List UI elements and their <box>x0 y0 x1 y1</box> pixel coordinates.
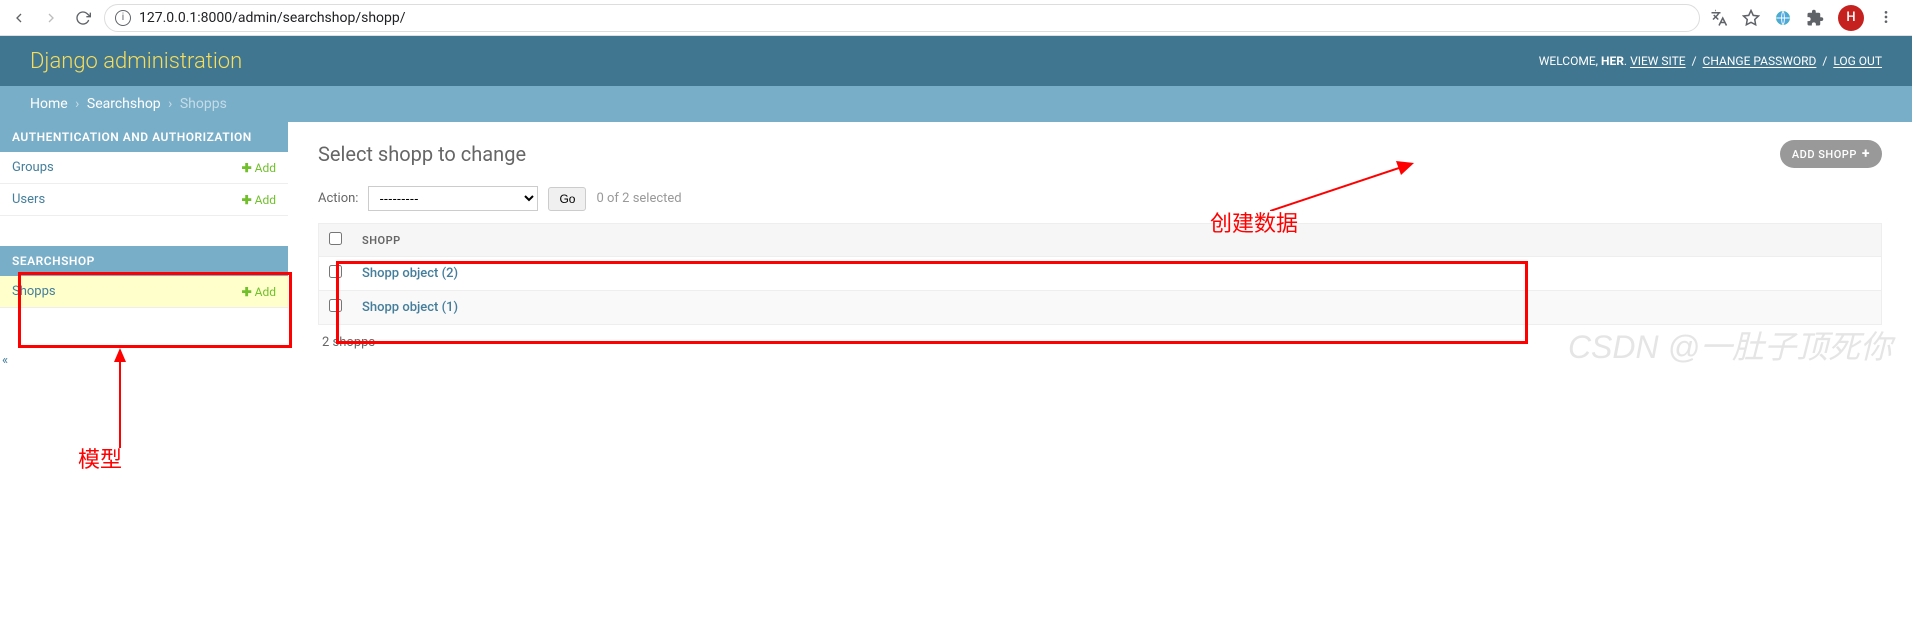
breadcrumb: Home › Searchshop › Shopps <box>0 86 1912 122</box>
sidebar-item-label[interactable]: Users <box>12 192 45 207</box>
actions-bar: Action: --------- Go 0 of 2 selected <box>318 186 1882 211</box>
add-shopp-button[interactable]: ADD SHOPP + <box>1780 140 1882 168</box>
annotation-label-model: 模型 <box>78 442 122 474</box>
row-checkbox[interactable] <box>329 265 342 278</box>
site-header: Django administration WELCOME, HER. VIEW… <box>0 36 1912 86</box>
breadcrumb-home[interactable]: Home <box>30 96 68 112</box>
branding-title[interactable]: Django administration <box>30 49 242 74</box>
table-row: Shopp object (2) <box>319 257 1882 291</box>
star-icon[interactable] <box>1742 9 1760 27</box>
sidebar-item-groups[interactable]: Groups ✚Add <box>0 152 288 184</box>
page-title: Select shopp to change <box>318 142 526 166</box>
user-tools: WELCOME, HER. VIEW SITE / CHANGE PASSWOR… <box>1539 54 1882 68</box>
sidebar-item-users[interactable]: Users ✚Add <box>0 184 288 216</box>
plus-icon: ✚ <box>242 285 252 299</box>
url-text: 127.0.0.1:8000/admin/searchshop/shopp/ <box>139 10 406 26</box>
add-link-shopps[interactable]: ✚Add <box>242 285 276 299</box>
go-button[interactable]: Go <box>548 187 586 211</box>
profile-avatar[interactable]: H <box>1838 5 1864 31</box>
column-header-shopp[interactable]: SHOPP <box>352 224 1882 257</box>
action-label: Action: <box>318 191 358 206</box>
sidebar-module-searchshop: SEARCHSHOP Shopps ✚Add <box>0 246 288 308</box>
page-header: Select shopp to change ADD SHOPP + <box>318 140 1882 168</box>
paginator: 2 shopps <box>318 325 1882 360</box>
back-button[interactable] <box>8 7 30 29</box>
browser-toolbar: i 127.0.0.1:8000/admin/searchshop/shopp/… <box>0 0 1912 36</box>
action-select[interactable]: --------- <box>368 186 538 211</box>
row-checkbox[interactable] <box>329 299 342 312</box>
object-link[interactable]: Shopp object (2) <box>362 266 458 281</box>
content-container: AUTHENTICATION AND AUTHORIZATION Groups … <box>0 122 1912 378</box>
breadcrumb-app[interactable]: Searchshop <box>87 96 161 112</box>
reload-button[interactable] <box>72 7 94 29</box>
plus-icon: ✚ <box>242 193 252 207</box>
translate-icon[interactable] <box>1710 9 1728 27</box>
address-bar[interactable]: i 127.0.0.1:8000/admin/searchshop/shopp/ <box>104 4 1700 32</box>
add-link-groups[interactable]: ✚Add <box>242 161 276 175</box>
selection-count: 0 of 2 selected <box>596 191 681 206</box>
sidebar-item-shopps[interactable]: Shopps ✚Add <box>0 276 288 308</box>
username: HER <box>1601 54 1624 68</box>
module-caption-searchshop: SEARCHSHOP <box>0 246 288 276</box>
sidebar-item-label[interactable]: Shopps <box>12 284 56 299</box>
extensions-icon[interactable] <box>1806 9 1824 27</box>
object-link[interactable]: Shopp object (1) <box>362 300 458 315</box>
plus-icon: + <box>1862 146 1870 162</box>
menu-icon[interactable] <box>1878 9 1896 27</box>
main-content: Select shopp to change ADD SHOPP + Actio… <box>288 122 1912 378</box>
browser-right-icons: H <box>1710 5 1904 31</box>
select-all-header <box>319 224 353 257</box>
plus-icon: ✚ <box>242 161 252 175</box>
change-password-link[interactable]: CHANGE PASSWORD <box>1703 54 1817 68</box>
breadcrumb-current: Shopps <box>180 96 227 112</box>
table-row: Shopp object (1) <box>319 291 1882 325</box>
module-caption-auth: AUTHENTICATION AND AUTHORIZATION <box>0 122 288 152</box>
site-info-icon[interactable]: i <box>115 10 131 26</box>
logout-link[interactable]: LOG OUT <box>1833 54 1882 68</box>
welcome-text: WELCOME, <box>1539 54 1598 68</box>
results-table: SHOPP Shopp object (2) Shopp object (1) <box>318 223 1882 325</box>
view-site-link[interactable]: VIEW SITE <box>1630 54 1686 68</box>
add-link-users[interactable]: ✚Add <box>242 193 276 207</box>
sidebar-item-label[interactable]: Groups <box>12 160 54 175</box>
forward-button[interactable] <box>40 7 62 29</box>
sidebar: AUTHENTICATION AND AUTHORIZATION Groups … <box>0 122 288 378</box>
toggle-nav-sidebar[interactable]: « <box>2 353 8 368</box>
select-all-checkbox[interactable] <box>329 232 342 245</box>
sidebar-module-auth: AUTHENTICATION AND AUTHORIZATION Groups … <box>0 122 288 216</box>
globe-icon[interactable] <box>1774 9 1792 27</box>
